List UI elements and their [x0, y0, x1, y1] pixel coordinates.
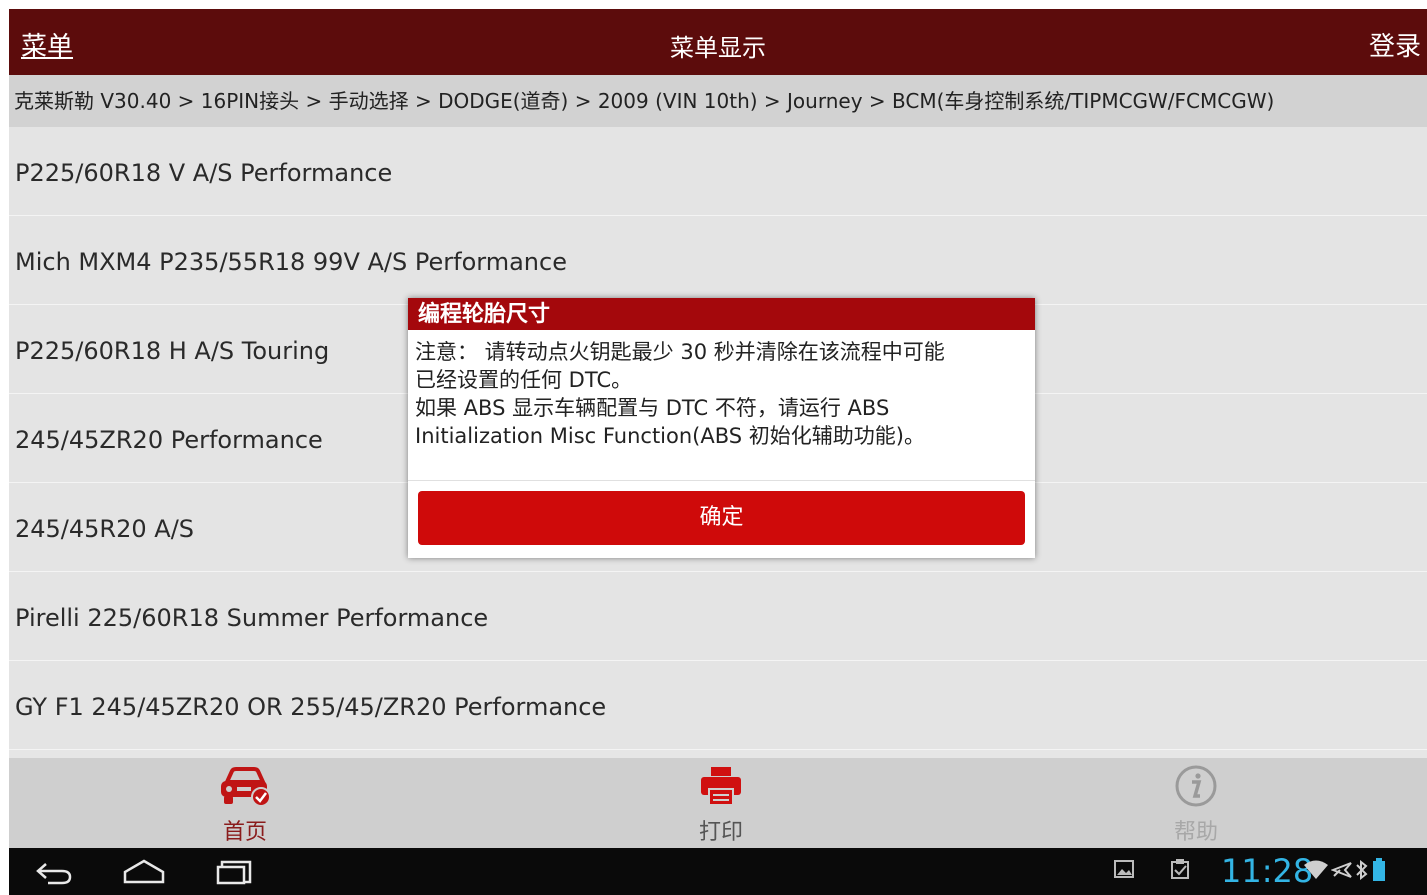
- dialog-title: 编程轮胎尺寸: [408, 298, 1035, 330]
- help-button[interactable]: 帮助: [1116, 764, 1276, 846]
- print-label: 打印: [698, 820, 743, 845]
- list-item[interactable]: Mich MXM4 P235/55R18 99V A/S Performance: [9, 216, 1427, 305]
- bluetooth-icon: [1356, 860, 1368, 880]
- battery-icon: [1373, 858, 1385, 881]
- breadcrumb: 克莱斯勒 V30.40 > 16PIN接头 > 手动选择 > DODGE(道奇)…: [9, 75, 1427, 127]
- title-bar: 菜单 菜单显示 登录: [9, 9, 1427, 75]
- app-window: 菜单 菜单显示 登录 克莱斯勒 V30.40 > 16PIN接头 > 手动选择 …: [9, 9, 1427, 895]
- info-icon: [1175, 765, 1217, 807]
- bottom-toolbar: 首页 打印 帮助: [9, 758, 1427, 848]
- recents-icon[interactable]: [214, 858, 254, 886]
- list-item[interactable]: GY F1 245/45ZR20 OR 255/45/ZR20 Performa…: [9, 661, 1427, 750]
- airplane-icon: [1331, 862, 1352, 878]
- print-button[interactable]: 打印: [641, 764, 801, 846]
- dialog-divider: [408, 480, 1035, 481]
- home-nav-icon[interactable]: [121, 858, 167, 886]
- clipboard-check-icon: [1171, 859, 1189, 879]
- ok-button[interactable]: 确定: [418, 491, 1025, 545]
- printer-icon: [701, 767, 741, 806]
- list-item[interactable]: P225/60R18 V A/S Performance: [9, 127, 1427, 216]
- car-check-icon: [221, 767, 271, 807]
- clock: 11:28: [1221, 852, 1314, 890]
- page-title: 菜单显示: [670, 34, 766, 62]
- list-item[interactable]: Pirelli 225/60R18 Summer Performance: [9, 572, 1427, 661]
- program-tire-size-dialog: 编程轮胎尺寸 注意： 请转动点火钥匙最少 30 秒并清除在该流程中可能 已经设置…: [408, 298, 1035, 558]
- login-button[interactable]: 登录: [1369, 26, 1421, 63]
- home-button[interactable]: 首页: [165, 764, 325, 846]
- back-icon[interactable]: [34, 858, 74, 886]
- help-label: 帮助: [1173, 820, 1218, 845]
- system-nav-bar: 11:28: [9, 848, 1427, 895]
- wifi-icon: [1304, 860, 1328, 879]
- dialog-message: 注意： 请转动点火钥匙最少 30 秒并清除在该流程中可能 已经设置的任何 DTC…: [415, 340, 945, 448]
- home-label: 首页: [222, 820, 267, 845]
- gallery-notification-icon: [1114, 860, 1134, 878]
